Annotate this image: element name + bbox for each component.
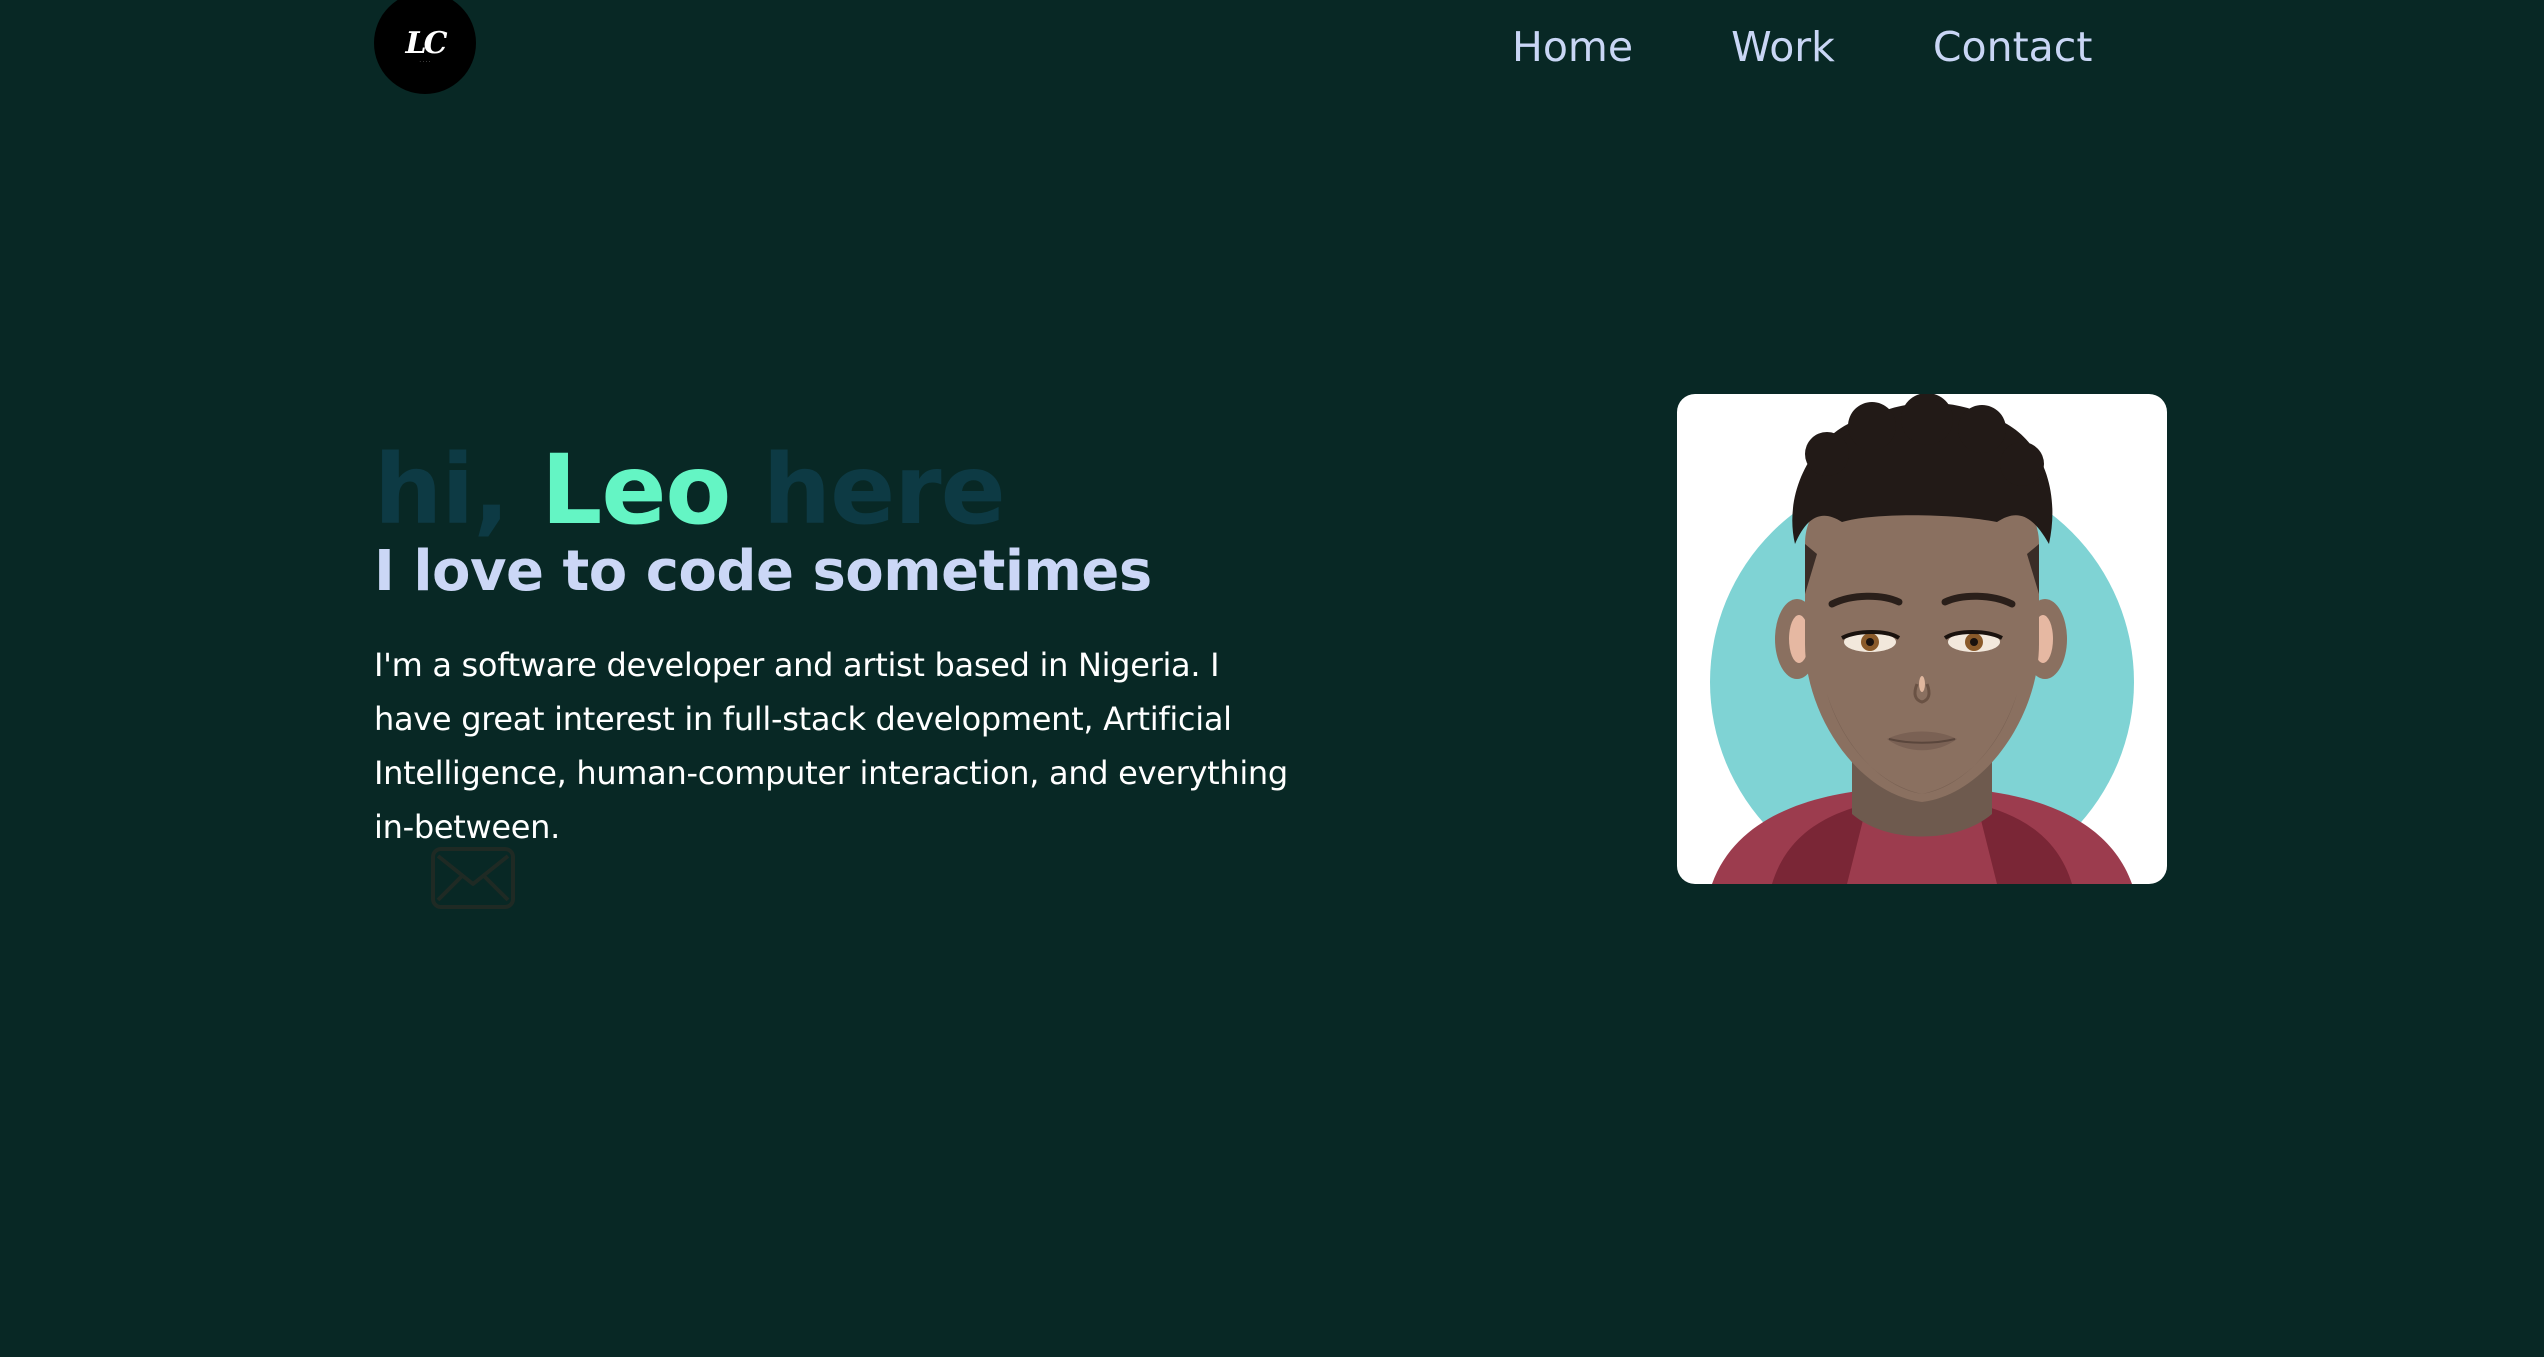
logo-subtext: · · · · bbox=[419, 59, 431, 64]
logo[interactable]: LC · · · · bbox=[374, 0, 476, 94]
email-contact-button[interactable] bbox=[430, 846, 516, 910]
hero-tagline: I love to code sometimes bbox=[374, 539, 1152, 604]
hero-name: Leo bbox=[541, 434, 731, 546]
hero-description: I'm a software developer and artist base… bbox=[374, 646, 1288, 846]
nav-contact-link[interactable]: Contact bbox=[1933, 18, 2093, 76]
avatar bbox=[1677, 394, 2167, 884]
main-nav: Home Work Contact bbox=[1512, 18, 2092, 76]
avatar-illustration bbox=[1710, 394, 2134, 884]
page: LC · · · · Home Work Contact hi, Leo her… bbox=[0, 0, 2544, 1357]
hero-greeting-suffix: here bbox=[730, 434, 1006, 546]
hero-title: hi, Leo here bbox=[374, 430, 1006, 550]
nav-work-link[interactable]: Work bbox=[1731, 18, 1835, 76]
envelope-icon bbox=[431, 847, 515, 909]
hero-greeting-prefix: hi, bbox=[374, 434, 542, 546]
nav-home-link[interactable]: Home bbox=[1512, 18, 1633, 76]
logo-mark: LC bbox=[405, 26, 448, 61]
